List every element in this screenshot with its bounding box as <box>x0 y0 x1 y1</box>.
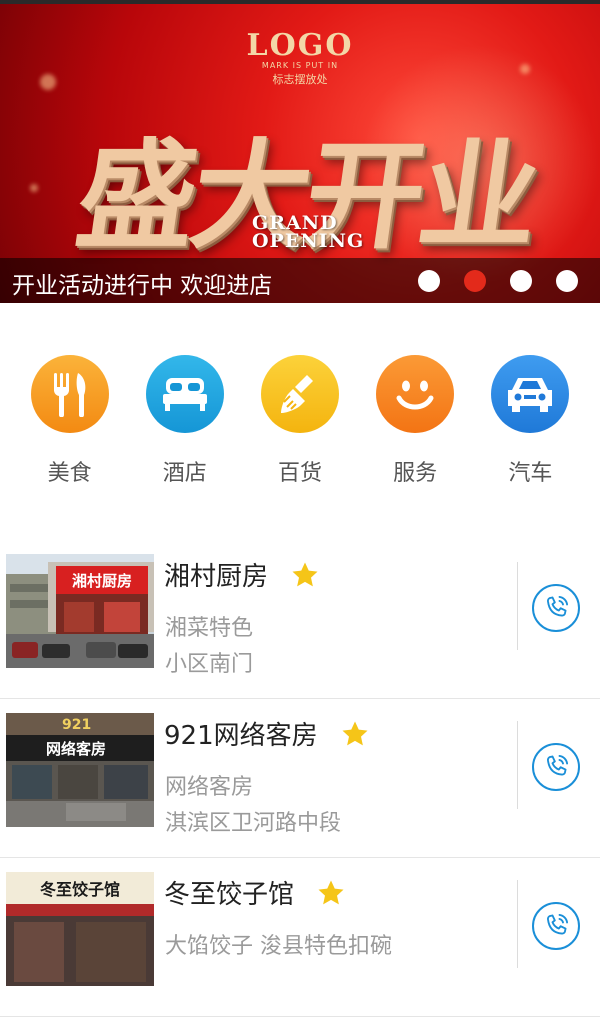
smile-icon <box>376 355 455 433</box>
divider <box>517 880 518 968</box>
svg-text:921: 921 <box>62 717 91 733</box>
shop-sign-text: 湘村厨房 <box>72 572 132 590</box>
shop-name-line: 冬至饺子馆 <box>164 874 346 911</box>
car-icon <box>491 355 570 433</box>
shop-address: 淇滨区卫河路中段 <box>165 811 342 836</box>
category-car[interactable]: 汽车 <box>480 350 580 500</box>
banner-carousel[interactable]: LOGO MARK IS PUT IN 标志摆放处 盛大开业 GRAND OPE… <box>0 4 600 303</box>
shop-category: 网络客房 <box>165 775 254 800</box>
category-hotel[interactable]: 酒店 <box>135 350 235 500</box>
shop-address: 小区南门 <box>165 652 254 677</box>
category-label: 酒店 <box>162 461 207 486</box>
shop-list-item[interactable]: 冬至饺子馆 冬至饺子馆 大馅饺子 浚县特色扣碗 <box>0 858 600 1017</box>
bokeh-light <box>30 184 38 192</box>
brush-icon <box>260 355 339 433</box>
shop-name-line: 921网络客房 <box>164 715 370 752</box>
banner-caption: 开业活动进行中 欢迎进店 <box>12 273 273 299</box>
phone-icon <box>547 913 569 935</box>
category-label: 汽车 <box>508 461 553 486</box>
category-food[interactable]: 美食 <box>20 350 120 500</box>
shop-list: 湘村厨房 湘村厨房 湘菜特色 小区南门 921 网络客房 921网络客房 网络客… <box>0 540 600 1017</box>
shop-category: 湘菜特色 <box>165 616 254 641</box>
category-grid: 美食 酒店 百货 服务 汽车 <box>0 350 600 500</box>
carousel-dot[interactable] <box>418 270 440 292</box>
phone-call-button[interactable] <box>532 584 580 632</box>
shop-thumbnail: 湘村厨房 <box>6 554 154 668</box>
category-label: 百货 <box>277 461 322 486</box>
star-icon <box>342 721 368 745</box>
logo-text: LOGO <box>246 28 354 63</box>
category-goods[interactable]: 百货 <box>250 350 350 500</box>
shop-name: 湘村厨房 <box>164 562 269 592</box>
banner-caption-bar: 开业活动进行中 欢迎进店 <box>0 258 600 303</box>
opening-line: OPENING <box>252 230 365 252</box>
star-icon <box>292 562 318 586</box>
shop-thumbnail: 921 网络客房 <box>6 713 154 827</box>
phone-call-button[interactable] <box>532 902 580 950</box>
shop-category: 大馅饺子 浚县特色扣碗 <box>165 934 392 959</box>
divider <box>517 562 518 650</box>
category-label: 服务 <box>393 461 438 486</box>
shop-name: 921网络客房 <box>164 721 318 751</box>
divider <box>517 721 518 809</box>
category-service[interactable]: 服务 <box>365 350 465 500</box>
carousel-dot[interactable] <box>556 270 578 292</box>
grand-opening-text: GRAND OPENING <box>252 214 365 252</box>
phone-call-button[interactable] <box>532 743 580 791</box>
logo-subtitle: MARK IS PUT IN <box>261 61 339 70</box>
logo-subtitle-cn: 标志摆放处 <box>272 73 328 86</box>
bed-icon <box>145 355 224 433</box>
shop-sign-text: 网络客房 <box>46 740 106 758</box>
carousel-dot[interactable] <box>510 270 532 292</box>
phone-icon <box>547 754 569 776</box>
category-label: 美食 <box>47 461 92 486</box>
shop-name-line: 湘村厨房 <box>164 556 320 593</box>
shop-name: 冬至饺子馆 <box>164 880 295 910</box>
phone-icon <box>547 595 569 617</box>
shop-sign-text: 冬至饺子馆 <box>40 880 120 899</box>
carousel-indicators <box>418 270 578 292</box>
shop-list-item[interactable]: 湘村厨房 湘村厨房 湘菜特色 小区南门 <box>0 540 600 699</box>
shop-thumbnail: 冬至饺子馆 <box>6 872 154 986</box>
star-icon <box>318 880 344 904</box>
utensils-icon <box>30 355 109 433</box>
shop-list-item[interactable]: 921 网络客房 921网络客房 网络客房 淇滨区卫河路中段 <box>0 699 600 858</box>
carousel-dot-active[interactable] <box>464 270 486 292</box>
banner-logo: LOGO MARK IS PUT IN 标志摆放处 <box>0 28 600 87</box>
